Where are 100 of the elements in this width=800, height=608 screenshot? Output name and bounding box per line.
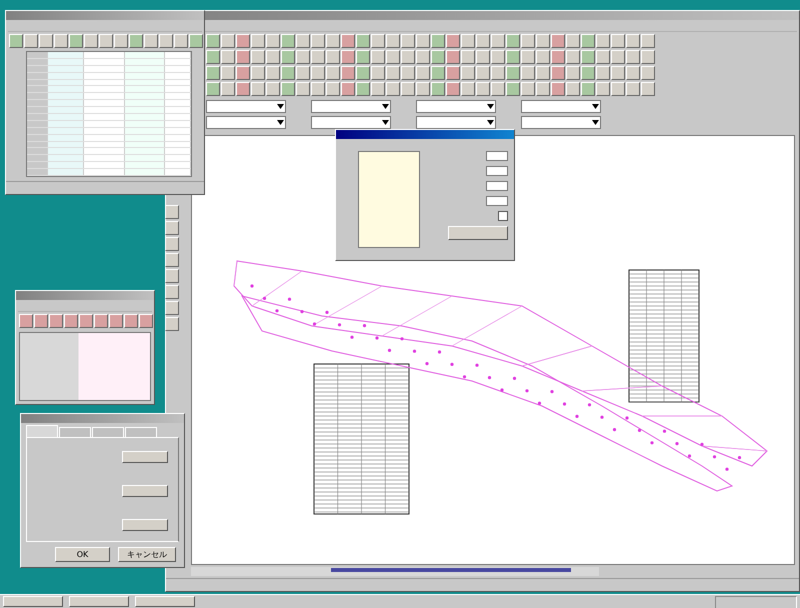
toolbar-button[interactable] [206, 34, 220, 48]
toolbar-button[interactable] [461, 82, 475, 96]
toolbar-button[interactable] [626, 66, 640, 80]
toolbar-button[interactable] [416, 34, 430, 48]
toolbar-button[interactable] [581, 66, 595, 80]
toolbar-button[interactable] [356, 82, 370, 96]
toolbar-button[interactable] [401, 34, 415, 48]
toolbar-button[interactable] [64, 314, 78, 328]
toolbar-button[interactable] [401, 50, 415, 64]
toolbar-button[interactable] [581, 82, 595, 96]
toolbar-button[interactable] [446, 50, 460, 64]
toolbar-button[interactable] [221, 34, 235, 48]
toolbar-button[interactable] [326, 34, 340, 48]
toolbar-button[interactable] [266, 66, 280, 80]
toolbar-button[interactable] [566, 34, 580, 48]
toolbar-button[interactable] [461, 66, 475, 80]
toolbar-button[interactable] [401, 66, 415, 80]
toolbar-button[interactable] [165, 269, 179, 283]
toolbar-button[interactable] [34, 314, 48, 328]
toolbar-button[interactable] [611, 50, 625, 64]
toolbar-button[interactable] [341, 50, 355, 64]
toolbar-button[interactable] [165, 205, 179, 219]
toolbar-button[interactable] [626, 34, 640, 48]
toolbar-button[interactable] [206, 66, 220, 80]
taskbar-button[interactable] [3, 596, 63, 607]
toolbar-button[interactable] [551, 34, 565, 48]
browse-button[interactable] [122, 519, 168, 532]
toolbar-button[interactable] [506, 82, 520, 96]
dropdown-field[interactable] [521, 100, 601, 113]
toolbar-button[interactable] [386, 34, 400, 48]
toolbar-button[interactable] [416, 82, 430, 96]
toolbar-button[interactable] [431, 34, 445, 48]
toolbar-button[interactable] [251, 50, 265, 64]
toolbar-button[interactable] [536, 66, 550, 80]
toolbar-button[interactable] [24, 34, 38, 48]
toolbar-button[interactable] [521, 34, 535, 48]
toolbar-button[interactable] [641, 66, 655, 80]
toolbar-button[interactable] [311, 82, 325, 96]
toolbar-button[interactable] [54, 34, 68, 48]
dropdown-field[interactable] [311, 100, 391, 113]
toolbar-button[interactable] [596, 66, 610, 80]
toolbar-button[interactable] [174, 34, 188, 48]
toolbar-button[interactable] [386, 66, 400, 80]
dialog-button[interactable]: キャンセル [118, 547, 176, 562]
toolbar-button[interactable] [641, 50, 655, 64]
toolbar-button[interactable] [165, 221, 179, 235]
dropdown-field[interactable] [416, 116, 496, 129]
dropdown-field[interactable] [416, 100, 496, 113]
toolbar-button[interactable] [596, 34, 610, 48]
taskbar-button[interactable] [135, 596, 195, 607]
toolbar-button[interactable] [476, 82, 490, 96]
toolbar-button[interactable] [266, 82, 280, 96]
toolbar-button[interactable] [109, 314, 123, 328]
toolbar-button[interactable] [626, 50, 640, 64]
toolbar-button[interactable] [129, 34, 143, 48]
toolbar-button[interactable] [641, 34, 655, 48]
toolbar-button[interactable] [281, 66, 295, 80]
toolbar-button[interactable] [189, 34, 203, 48]
toolbar-button[interactable] [326, 50, 340, 64]
toolbar-button[interactable] [551, 66, 565, 80]
toolbar-button[interactable] [99, 34, 113, 48]
toolbar-button[interactable] [581, 50, 595, 64]
toolbar-button[interactable] [311, 50, 325, 64]
toolbar-button[interactable] [356, 34, 370, 48]
toolbar-button[interactable] [446, 82, 460, 96]
toolbar-button[interactable] [236, 50, 250, 64]
toolbar-button[interactable] [401, 82, 415, 96]
dropdown-field[interactable] [521, 116, 601, 129]
toolbar-button[interactable] [251, 34, 265, 48]
toolbar-button[interactable] [236, 66, 250, 80]
toolbar-button[interactable] [79, 314, 93, 328]
toolbar-button[interactable] [266, 50, 280, 64]
toolbar-button[interactable] [551, 82, 565, 96]
toolbar-button[interactable] [431, 50, 445, 64]
toolbar-button[interactable] [236, 34, 250, 48]
toolbar-button[interactable] [536, 34, 550, 48]
toolbar-button[interactable] [69, 34, 83, 48]
toolbar-button[interactable] [341, 82, 355, 96]
toolbar-button[interactable] [566, 82, 580, 96]
toolbar-button[interactable] [371, 34, 385, 48]
dropdown-field[interactable] [206, 100, 286, 113]
scroll-thumb[interactable] [331, 568, 571, 572]
toolbar-button[interactable] [124, 314, 138, 328]
toolbar-button[interactable] [49, 314, 63, 328]
toolbar-button[interactable] [416, 66, 430, 80]
toolbar-button[interactable] [356, 50, 370, 64]
toolbar-button[interactable] [371, 50, 385, 64]
toolbar-button[interactable] [626, 82, 640, 96]
toolbar-button[interactable] [431, 82, 445, 96]
toolbar-button[interactable] [566, 66, 580, 80]
toolbar-button[interactable] [341, 34, 355, 48]
toolbar-button[interactable] [159, 34, 173, 48]
toolbar-button[interactable] [84, 34, 98, 48]
toolbar-button[interactable] [114, 34, 128, 48]
toolbar-button[interactable] [476, 66, 490, 80]
toolbar-button[interactable] [611, 34, 625, 48]
input-field[interactable] [486, 151, 508, 161]
toolbar-button[interactable] [611, 82, 625, 96]
toolbar-button[interactable] [416, 50, 430, 64]
toolbar-button[interactable] [236, 82, 250, 96]
